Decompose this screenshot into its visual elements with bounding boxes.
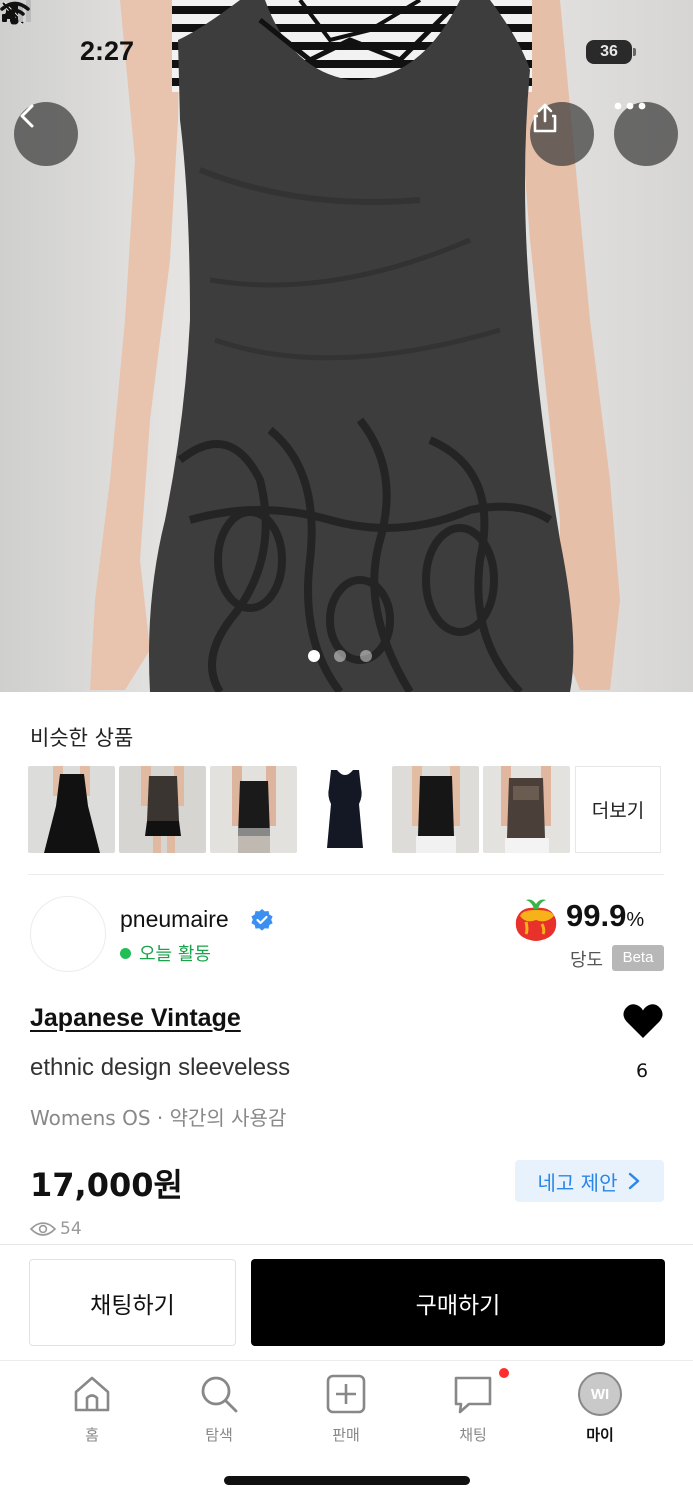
score-unit: % bbox=[626, 909, 645, 931]
eye-icon bbox=[30, 1222, 56, 1236]
ellipsis-icon bbox=[614, 102, 646, 110]
home-indicator bbox=[224, 1476, 470, 1485]
divider bbox=[0, 1244, 693, 1245]
similar-item-thumbnail[interactable] bbox=[210, 766, 297, 853]
active-dot bbox=[120, 947, 131, 959]
status-bar: 2:27 36 bbox=[0, 0, 693, 100]
battery-indicator: 36 bbox=[586, 40, 636, 64]
page-dot[interactable] bbox=[308, 650, 320, 662]
tab-label: 마이 bbox=[586, 1426, 614, 1444]
similar-item-thumbnail[interactable] bbox=[28, 766, 115, 853]
similar-item-thumbnail[interactable] bbox=[301, 766, 388, 853]
tab-my[interactable]: WI 마이 bbox=[555, 1372, 645, 1445]
similar-item-thumbnail[interactable] bbox=[483, 766, 570, 853]
back-button[interactable] bbox=[14, 102, 78, 166]
bottom-tab-bar: 홈 탐색 판매 채팅 WI 마이 bbox=[0, 1368, 693, 1452]
tab-home[interactable]: 홈 bbox=[47, 1372, 137, 1445]
tab-label: 판매 bbox=[332, 1426, 360, 1444]
similar-item-thumbnail[interactable] bbox=[392, 766, 479, 853]
wifi-icon bbox=[0, 1, 30, 25]
negotiate-label: 네고 제안 bbox=[537, 1170, 618, 1195]
divider bbox=[0, 1360, 693, 1361]
similar-item-thumbnail[interactable] bbox=[119, 766, 206, 853]
search-icon bbox=[201, 1376, 238, 1413]
similar-items-list: 더보기 bbox=[28, 766, 661, 853]
verified-badge-icon bbox=[251, 909, 273, 931]
home-icon bbox=[74, 1376, 110, 1412]
more-options-button[interactable] bbox=[614, 102, 678, 166]
product-title: ethnic design sleeveless bbox=[30, 1054, 291, 1081]
product-meta: Womens OS · 약간의 사용감 bbox=[30, 1106, 287, 1130]
sweetness-label: 당도 bbox=[570, 950, 604, 971]
product-price: 17,000원 bbox=[30, 1166, 183, 1204]
beta-badge: Beta bbox=[612, 945, 664, 971]
chevron-left-icon bbox=[20, 104, 34, 128]
see-more-similar-button[interactable]: 더보기 bbox=[575, 766, 661, 853]
tab-label: 탐색 bbox=[205, 1426, 233, 1444]
tab-sell[interactable]: 판매 bbox=[301, 1372, 391, 1445]
share-button[interactable] bbox=[530, 102, 594, 166]
negotiate-offer-button[interactable]: 네고 제안 bbox=[515, 1160, 664, 1202]
seller-activity-status: 오늘 활동 bbox=[120, 940, 211, 966]
chat-notification-dot bbox=[499, 1368, 509, 1378]
share-icon bbox=[533, 103, 557, 133]
heart-icon[interactable] bbox=[622, 1002, 664, 1040]
product-image-gallery[interactable]: 2:27 36 bbox=[0, 0, 693, 692]
activity-label: 오늘 활동 bbox=[139, 944, 211, 965]
tab-chat[interactable]: 채팅 bbox=[428, 1372, 518, 1445]
plus-square-icon bbox=[326, 1374, 366, 1414]
seller-name[interactable]: pneumaire bbox=[120, 906, 229, 933]
sweetness-fruit-icon bbox=[515, 899, 557, 941]
view-count: 54 bbox=[30, 1219, 82, 1239]
page-dot[interactable] bbox=[334, 650, 346, 662]
gallery-page-indicator bbox=[308, 650, 372, 662]
product-photo bbox=[90, 0, 620, 692]
tab-explore[interactable]: 탐색 bbox=[174, 1372, 264, 1445]
like-count: 6 bbox=[636, 1060, 649, 1082]
view-count-value: 54 bbox=[60, 1219, 82, 1239]
score-number: 99.9 bbox=[566, 898, 627, 933]
similar-items-title: 비슷한 상품 bbox=[30, 726, 134, 750]
profile-icon: WI bbox=[578, 1372, 622, 1416]
page-dot[interactable] bbox=[360, 650, 372, 662]
tab-label: 홈 bbox=[85, 1426, 99, 1444]
buy-button[interactable]: 구매하기 bbox=[251, 1259, 665, 1346]
status-time: 2:27 bbox=[80, 36, 135, 66]
divider bbox=[28, 874, 664, 875]
tab-label: 채팅 bbox=[459, 1426, 487, 1444]
chevron-right-icon bbox=[629, 1172, 640, 1190]
seller-avatar[interactable] bbox=[30, 896, 106, 972]
chat-button[interactable]: 채팅하기 bbox=[29, 1259, 236, 1346]
brand-link[interactable]: Japanese Vintage bbox=[30, 1004, 241, 1033]
chat-bubble-icon bbox=[454, 1376, 492, 1414]
sweetness-score: 99.9% bbox=[566, 898, 644, 934]
